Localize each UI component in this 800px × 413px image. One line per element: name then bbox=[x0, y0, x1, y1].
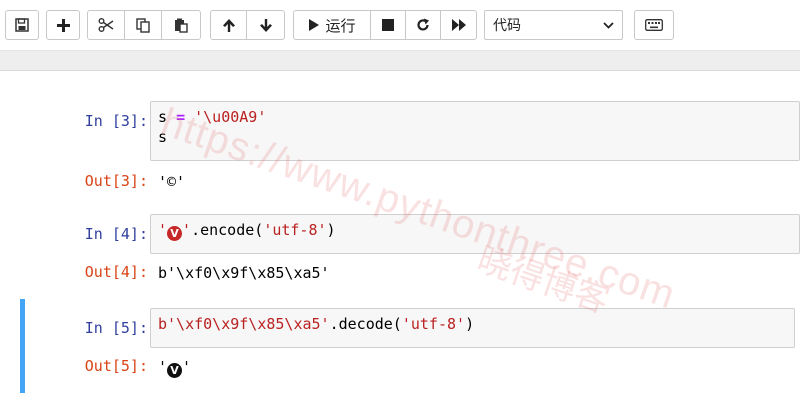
code-bytes-string: b'\xf0\x9f\x85\xa5' bbox=[158, 315, 330, 333]
output-prompt: Out[3]: bbox=[84, 172, 148, 190]
code-string: 'utf-8' bbox=[401, 315, 466, 333]
code-operator: = bbox=[176, 108, 186, 126]
code-line: s = '\u00A9' bbox=[158, 107, 792, 127]
scissors-icon bbox=[98, 18, 114, 32]
code-string: 'utf-8' bbox=[263, 221, 327, 239]
code-cell-5[interactable]: In [5]: b'\xf0\x9f\x85\xa5'.decode('utf-… bbox=[20, 299, 800, 393]
keyboard-icon bbox=[645, 19, 663, 31]
save-icon bbox=[15, 18, 29, 32]
quote: ' bbox=[182, 358, 192, 376]
save-button[interactable] bbox=[5, 10, 39, 40]
cell-output: b'\xf0\x9f\x85\xa5' bbox=[158, 264, 330, 282]
quote: ' bbox=[158, 358, 168, 376]
input-prompt: In [4]: bbox=[84, 225, 148, 243]
arrow-up-icon bbox=[222, 18, 235, 32]
cell-type-value: 代码 bbox=[493, 17, 521, 33]
run-all-button[interactable] bbox=[440, 10, 477, 40]
code-input[interactable]: b'\xf0\x9f\x85\xa5'.decode('utf-8') bbox=[150, 308, 795, 348]
cell-output: ' V ' bbox=[158, 357, 191, 378]
paste-icon bbox=[174, 18, 188, 33]
fast-forward-icon bbox=[451, 19, 466, 31]
notebook-container: In [3]: s = '\u00A9' s Out[3]: '©' In [4… bbox=[0, 70, 800, 413]
output-prompt: Out[5]: bbox=[84, 357, 148, 375]
insert-cell-button[interactable] bbox=[46, 10, 80, 40]
copy-button[interactable] bbox=[124, 10, 162, 40]
cut-button[interactable] bbox=[87, 10, 125, 40]
input-prompt: In [3]: bbox=[84, 112, 148, 130]
interrupt-button[interactable] bbox=[370, 10, 406, 40]
run-button[interactable]: 运行 bbox=[293, 10, 371, 40]
command-palette-button[interactable] bbox=[634, 10, 674, 40]
code-cell-3[interactable]: In [3]: s = '\u00A9' s Out[3]: '©' bbox=[20, 99, 800, 195]
circled-v-emoji-icon: V bbox=[167, 363, 183, 378]
play-icon bbox=[309, 19, 320, 31]
code-paren: ) bbox=[465, 315, 475, 333]
quote: ' bbox=[158, 221, 168, 239]
code-string: '\u00A9' bbox=[194, 108, 267, 126]
circled-v-emoji-icon: V bbox=[167, 226, 183, 241]
move-up-button[interactable] bbox=[210, 10, 247, 40]
move-down-button[interactable] bbox=[246, 10, 285, 40]
code-paren: ) bbox=[326, 221, 336, 239]
code-input[interactable]: s = '\u00A9' s bbox=[150, 101, 800, 161]
code-input[interactable]: ' V '.encode('utf-8') bbox=[150, 214, 800, 254]
copy-icon bbox=[135, 17, 150, 33]
code-cell-4[interactable]: In [4]: ' V '.encode('utf-8') Out[4]: b'\x… bbox=[20, 211, 800, 289]
restart-icon bbox=[417, 18, 429, 31]
restart-button[interactable] bbox=[405, 10, 441, 40]
code-string: ' V ' bbox=[158, 221, 192, 241]
input-prompt: In [5]: bbox=[84, 319, 148, 337]
plus-icon bbox=[56, 18, 70, 32]
stop-icon bbox=[382, 19, 394, 31]
run-button-label: 运行 bbox=[325, 17, 356, 35]
cell-output: '©' bbox=[158, 173, 186, 191]
notebook-toolbar: 运行 代码 bbox=[0, 0, 800, 51]
chevron-down-icon bbox=[603, 21, 614, 29]
output-prompt: Out[4]: bbox=[84, 263, 148, 281]
code-method: .encode( bbox=[191, 221, 264, 239]
arrow-down-icon bbox=[259, 18, 272, 32]
code-token: s bbox=[158, 108, 168, 126]
code-method: .decode( bbox=[329, 315, 402, 333]
quote: ' bbox=[182, 221, 192, 239]
code-line: s bbox=[158, 128, 168, 146]
paste-button[interactable] bbox=[161, 10, 201, 40]
cell-type-select[interactable]: 代码 bbox=[484, 10, 623, 40]
